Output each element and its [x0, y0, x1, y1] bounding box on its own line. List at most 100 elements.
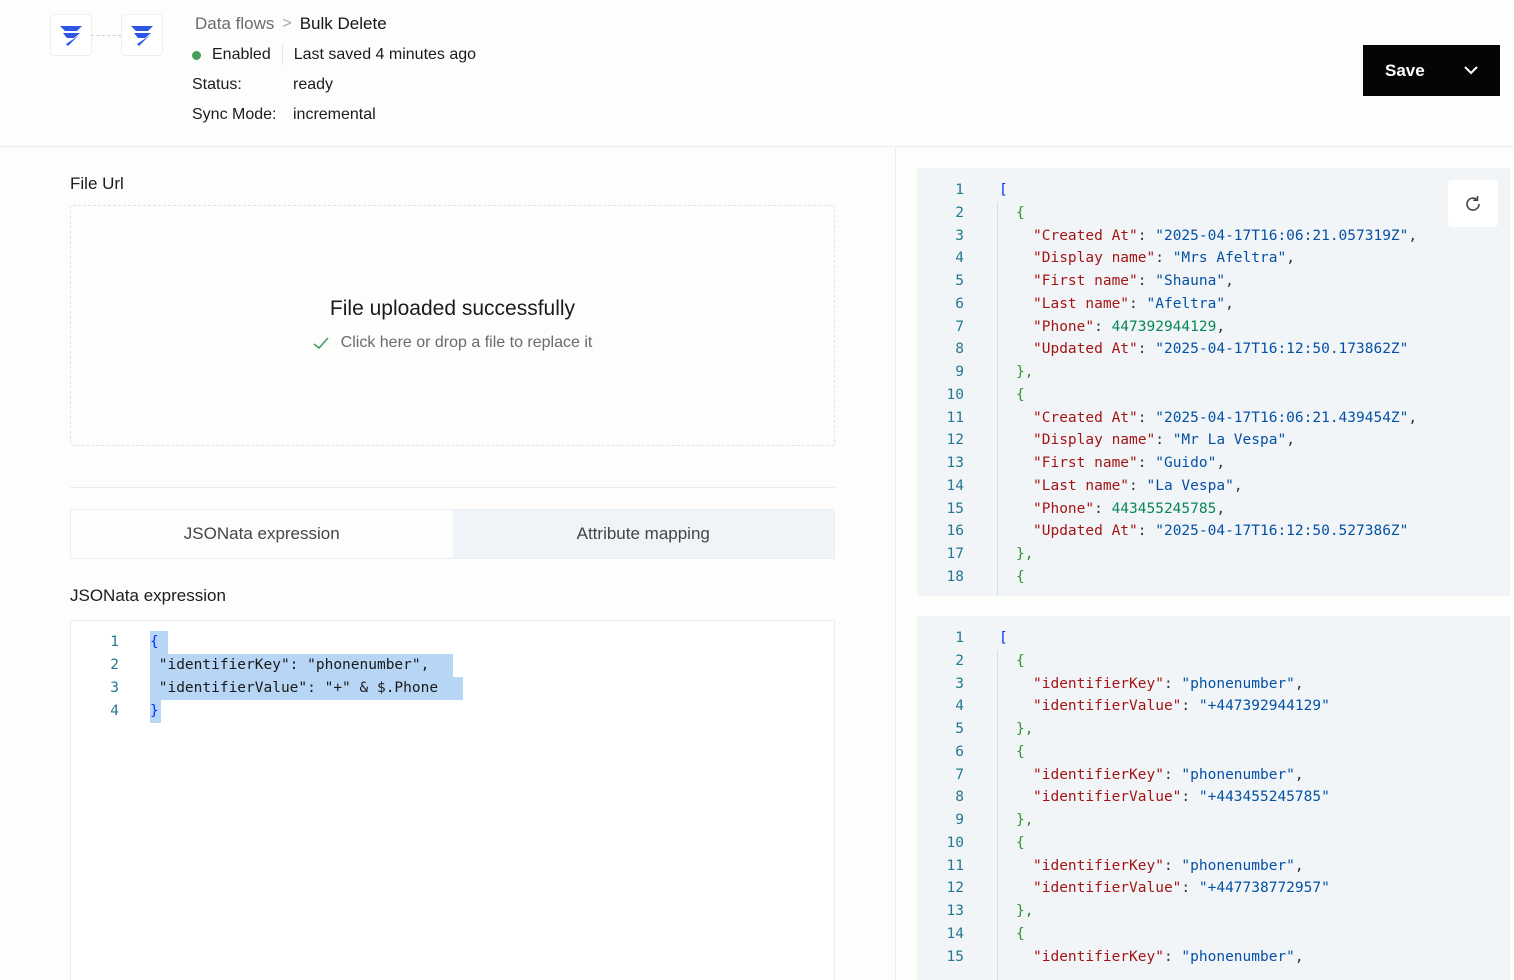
json-key: "identifierValue" [1033, 698, 1182, 715]
code-token: { [1016, 925, 1025, 942]
json-key: "Updated At" [1033, 341, 1138, 358]
line-number: 12 [946, 880, 964, 897]
json-string-value: "Guido" [1155, 455, 1217, 471]
line-number: 11 [946, 409, 964, 426]
line-number: 9 [955, 364, 964, 380]
breadcrumb-data-flows[interactable]: Data flows [195, 14, 274, 34]
code-token: { [1016, 743, 1025, 760]
json-colon: : [1137, 341, 1156, 358]
json-comma: , [1216, 455, 1226, 471]
sync-mode-label: Sync Mode: [192, 106, 277, 123]
json-string-value: "La Vespa" [1146, 477, 1234, 494]
code-line: "identifierKey": "phonenumber", [1033, 673, 1304, 696]
json-string-value: "+443455245785" [1198, 789, 1330, 806]
line-number: 4 [955, 698, 964, 715]
json-number-value: 447392944129 [1111, 318, 1217, 335]
json-key: "Display name" [1033, 432, 1156, 449]
json-string-value: "+447738772957" [1198, 880, 1330, 897]
line-number: 12 [946, 432, 964, 449]
line-number: 15 [946, 948, 964, 965]
code-line: { [1016, 384, 1025, 407]
code-token: { [1016, 386, 1025, 403]
json-colon: : [1181, 789, 1199, 806]
json-string-value: "phonenumber" [1181, 948, 1295, 965]
line-number: 1 [955, 630, 964, 646]
save-button[interactable]: Save [1363, 45, 1500, 96]
line-number: 2 [955, 652, 964, 669]
json-key: "Created At" [1033, 227, 1138, 244]
code-line: "identifierKey": "phonenumber", [1033, 946, 1304, 969]
code-token: }, [1016, 546, 1034, 562]
file-dropzone[interactable]: File uploaded successfully Click here or… [70, 205, 835, 446]
input-preview-editor[interactable]: 1 [2 {3 "Created At": "2025-04-17T16:06:21.… [917, 168, 1510, 596]
json-key: "Updated At" [1033, 523, 1138, 540]
code-line: { [1016, 832, 1025, 855]
line-number: 11 [946, 857, 964, 874]
code-line: "identifierKey": "phonenumber", [1033, 764, 1304, 787]
jsonata-expression-label: JSONata expression [70, 586, 226, 605]
json-colon: : [1137, 523, 1156, 540]
indent-guide [997, 649, 998, 980]
json-colon: : [1163, 948, 1182, 965]
json-key: "identifierKey" [1033, 857, 1164, 874]
code-line: [ [999, 179, 1008, 202]
json-string-value: "Afeltra" [1146, 295, 1226, 312]
tab-jsonata-expression[interactable]: JSONata expression [71, 510, 453, 558]
line-number: 7 [955, 766, 964, 783]
json-colon: : [1137, 409, 1156, 426]
chevron-down-icon[interactable] [1464, 66, 1478, 75]
output-preview-editor[interactable]: 1 [2 {3 "identifierKey": "phonenumber", 4 "id… [917, 616, 1510, 980]
code-line: "Display name": "Mr La Vespa", [1033, 429, 1295, 452]
code-line: }, [1016, 543, 1033, 566]
status-row: Enabled Last saved 4 minutes ago [192, 45, 476, 65]
json-string-value: "2025-04-17T16:12:50.527386Z" [1155, 523, 1409, 540]
json-comma: , [1294, 857, 1304, 874]
code-token: }, [1016, 903, 1034, 919]
json-comma: , [1286, 432, 1295, 449]
json-key: "identifierKey" [1033, 675, 1164, 692]
json-colon: : [1163, 766, 1182, 783]
line-number: 3 [955, 227, 964, 244]
line-number: 8 [955, 341, 964, 358]
status-label: Status: [192, 76, 242, 93]
upload-hint-text: Click here or drop a file to replace it [340, 334, 593, 351]
jsonata-editor[interactable]: 1 2 3 4 { "identifierKey": "phonenumber"… [70, 620, 835, 980]
code-line: { [1016, 741, 1025, 764]
code-line: "identifierKey": "phonenumber", [1033, 855, 1304, 878]
source-logo-icon [50, 14, 92, 56]
page-header: Data flows > Bulk Delete Enabled Last sa… [0, 0, 1514, 147]
code-line: }, [1016, 809, 1033, 832]
json-comma: , [1225, 295, 1234, 312]
code-line: }, [1016, 718, 1033, 741]
checkmark-icon [313, 336, 329, 349]
json-string-value: "+447392944129" [1198, 698, 1330, 715]
json-colon: : [1094, 500, 1112, 517]
line-number: 17 [946, 546, 964, 562]
line-number: 14 [946, 925, 964, 942]
json-key: "Created At" [1033, 409, 1138, 426]
json-colon: : [1137, 455, 1156, 471]
code-token: [ [999, 630, 1008, 646]
json-colon: : [1155, 432, 1173, 449]
mapping-tabs: JSONata expression Attribute mapping [70, 509, 835, 559]
json-string-value: "Mrs Afeltra" [1172, 250, 1287, 267]
code-line: { [1016, 202, 1025, 225]
refresh-button[interactable] [1448, 180, 1498, 227]
line-number: 7 [955, 318, 964, 335]
code-line: "Phone": 443455245785, [1033, 498, 1225, 521]
status-value: ready [293, 76, 334, 93]
line-number: 13 [946, 455, 964, 471]
json-colon: : [1129, 295, 1147, 312]
tab-attribute-mapping[interactable]: Attribute mapping [452, 510, 834, 558]
code-line: } [150, 703, 159, 719]
line-number: 2 [955, 204, 964, 221]
file-url-label: File Url [70, 174, 124, 193]
line-number: 8 [955, 789, 964, 806]
line-number: 14 [946, 477, 964, 494]
code-line: { [1016, 923, 1025, 946]
json-comma: , [1216, 500, 1226, 517]
line-number: 15 [946, 500, 964, 517]
line-number: 6 [955, 295, 964, 312]
json-string-value: "Mr La Vespa" [1172, 432, 1287, 449]
json-comma: , [1216, 318, 1226, 335]
